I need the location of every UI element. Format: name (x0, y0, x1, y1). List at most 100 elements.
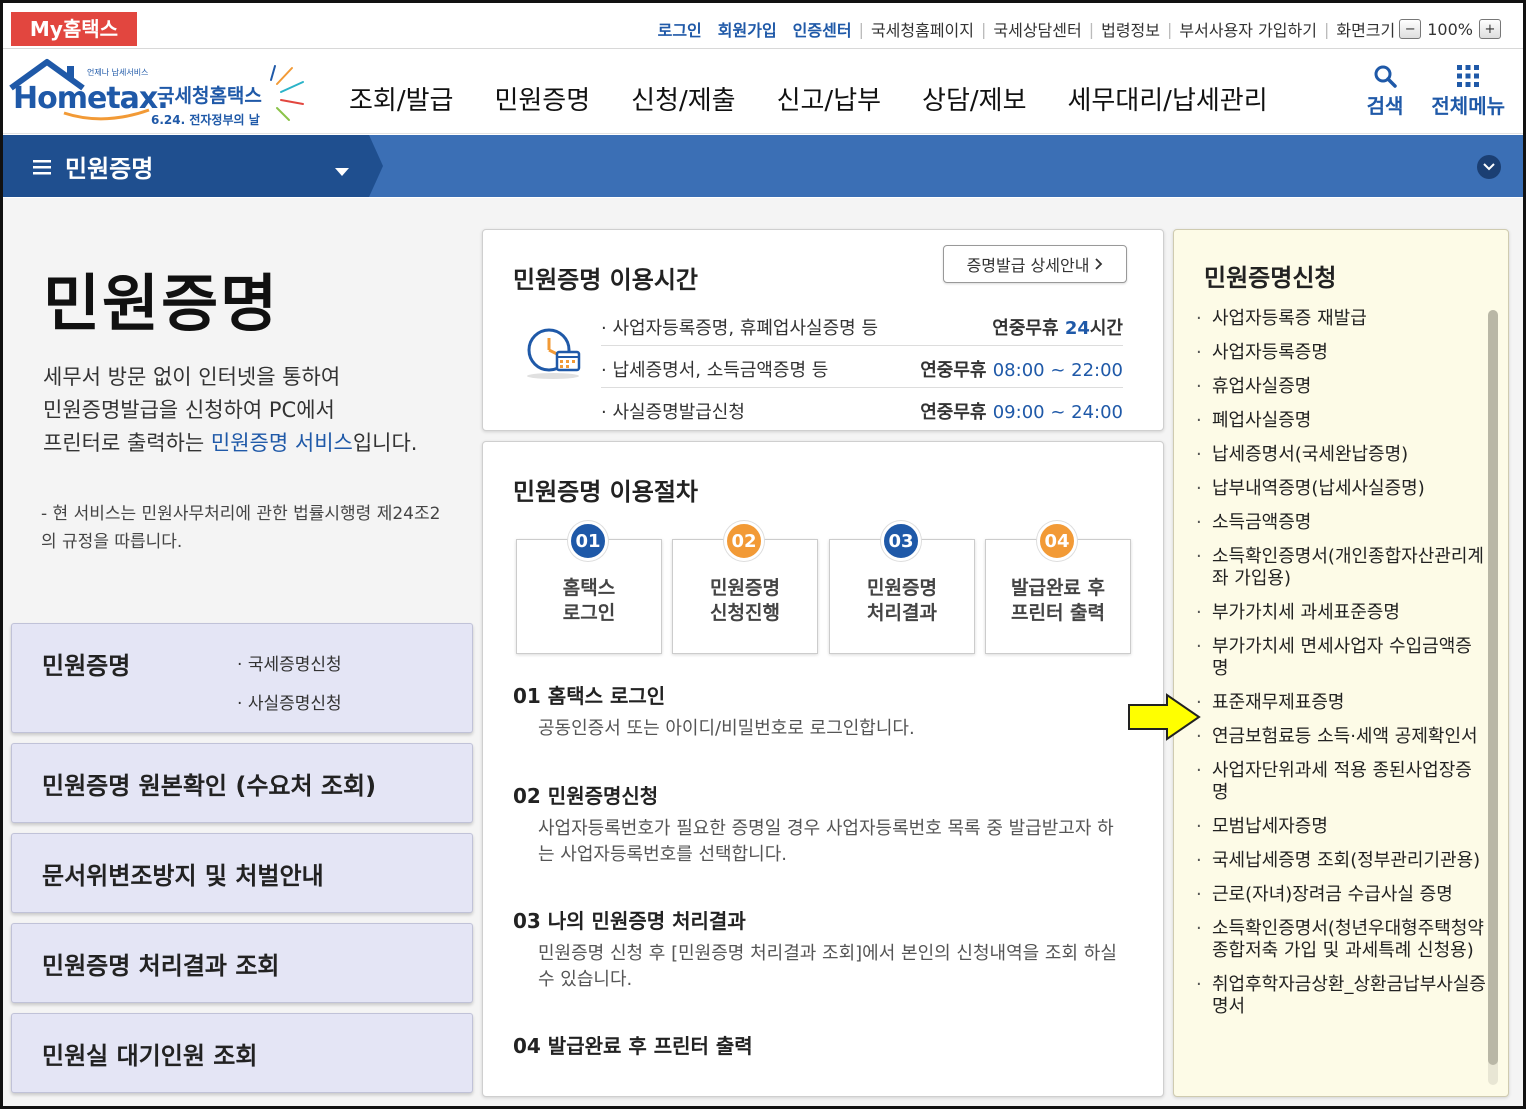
hours-row: · 납세증명서, 소득금액증명 등 연중무휴 08:00 ~ 22:00 (601, 346, 1123, 388)
service-link[interactable]: 민원증명 서비스 (211, 431, 353, 455)
logo-brand-kr: 국세청홈택스 (157, 84, 262, 107)
national-tax-cert-link[interactable]: · 국세증명신청 (237, 646, 342, 685)
left-menu-title: 민원증명 처리결과 조회 (42, 952, 280, 980)
certificate-list-item[interactable]: 국세납세증명 조회(정부관리기관용) (1196, 850, 1486, 872)
certificate-list: 사업자등록증 재발급사업자등록증명휴업사실증명폐업사실증명납세증명서(국세완납증… (1196, 308, 1486, 1030)
certificate-list-item[interactable]: 폐업사실증명 (1196, 410, 1486, 432)
subnav-menu-toggle[interactable]: 민원증명 (33, 149, 153, 184)
expand-chevron-icon[interactable] (1477, 155, 1501, 179)
divider: | (1323, 19, 1330, 39)
procedure-panel: 민원증명 이용절차 01 홈택스 로그인 02 민원증명 신청진행 03 민원증명 처… (482, 441, 1164, 1097)
step-number: 03 (881, 521, 921, 561)
certificate-list-item[interactable]: 사업자등록증 재발급 (1196, 308, 1486, 330)
certificate-list-item[interactable]: 소득금액증명 (1196, 512, 1486, 534)
certificate-list-item[interactable]: 취업후학자금상환_상환금납부사실증명서 (1196, 974, 1486, 1018)
left-menu-original-check[interactable]: 민원증명 원본확인 (수요처 조회) (11, 743, 473, 823)
procedure-step: 03 민원증명 처리결과 (829, 521, 975, 654)
logo-sub-text: 6.24. 전자정부의 날 (151, 112, 260, 127)
step-number: 02 (724, 521, 764, 561)
gnb-item-report-pay[interactable]: 신고/납부 (777, 80, 881, 117)
nts-counsel-link[interactable]: 국세상담센터 (993, 17, 1081, 41)
pointer-arrow-icon (1127, 693, 1201, 745)
chevron-right-icon (1095, 255, 1103, 274)
grid-icon (1456, 62, 1480, 90)
scrollbar[interactable] (1488, 310, 1498, 1085)
nts-homepage-link[interactable]: 국세청홈페이지 (871, 17, 974, 41)
intro-description: 세무서 방문 없이 인터넷을 통하여 민원증명발급을 신청하여 PC에서 프린터… (43, 361, 463, 460)
left-menu-result-inquiry[interactable]: 민원증명 처리결과 조회 (11, 923, 473, 1003)
clock-calendar-icon (523, 324, 583, 384)
main-content: 민원증명 세무서 방문 없이 인터넷을 통하여 민원증명발급을 신청하여 PC에… (3, 198, 1523, 1106)
certificate-list-item[interactable]: 납세증명서(국세완납증명) (1196, 444, 1486, 466)
left-menu-sublinks: · 국세증명신청 · 사실증명신청 (237, 646, 342, 724)
procedure-detail-text: 민원증명 신청 후 [민원증명 처리결과 조회]에서 본인의 신청내역을 조회 … (538, 943, 1117, 990)
scrollbar-thumb[interactable] (1488, 310, 1498, 1065)
left-menu-waiting-count[interactable]: 민원실 대기인원 조회 (11, 1013, 473, 1093)
procedure-step: 02 민원증명 신청진행 (672, 521, 818, 654)
cert-center-link[interactable]: 인증센터 (793, 17, 852, 41)
gnb-item-certificates[interactable]: 민원증명 (494, 80, 590, 117)
procedure-step: 01 홈택스 로그인 (516, 521, 662, 654)
hometax-logo-icon: 언제나 납세서비스 Hometax. 국세청홈택스 6.24. 전자정부의 날 (9, 59, 304, 127)
certificate-list-item[interactable]: 모범납세자증명 (1196, 816, 1486, 838)
gnb-tools: 검색 전체메뉴 (1367, 62, 1505, 119)
intro-line: 민원증명발급을 신청하여 PC에서 (43, 398, 335, 422)
page-frame: My홈택스 로그인 회원가입 인증센터 | 국세청홈페이지 | 국세상담센터 |… (0, 0, 1526, 1109)
gnb-menu: 조회/발급 민원증명 신청/제출 신고/납부 상담/제보 세무대리/납세관리 (349, 80, 1268, 117)
hours-row: · 사업자등록증명, 휴폐업사실증명 등 연중무휴 24시간 (601, 304, 1123, 346)
caret-down-icon[interactable] (335, 161, 349, 180)
issuance-detail-button[interactable]: 증명발급 상세안내 (943, 245, 1127, 283)
hamburger-icon (33, 153, 51, 181)
dept-user-signup-link[interactable]: 부서사용자 가입하기 (1179, 17, 1317, 41)
fact-cert-link[interactable]: · 사실증명신청 (237, 685, 342, 724)
left-menu-certificates[interactable]: 민원증명 · 국세증명신청 · 사실증명신청 (11, 623, 473, 733)
left-menu-title: 민원실 대기인원 조회 (42, 1042, 258, 1070)
search-button[interactable]: 검색 (1367, 62, 1403, 119)
utility-links: 로그인 회원가입 인증센터 | 국세청홈페이지 | 국세상담센터 | 법령정보 … (642, 17, 1501, 41)
certificate-list-item[interactable]: 납부내역증명(납세사실증명) (1196, 478, 1486, 500)
login-link[interactable]: 로그인 (658, 17, 702, 41)
gnb-item-counsel[interactable]: 상담/제보 (922, 80, 1026, 117)
subnav-title: 민원증명 (65, 155, 154, 183)
certificate-list-item[interactable]: 사업자등록증명 (1196, 342, 1486, 364)
left-menu-title: 민원증명 원본확인 (수요처 조회) (42, 772, 377, 800)
service-hours-panel: 민원증명 이용시간 증명발급 상세안내 · 사업자등록증명, 휴폐업사실증명 등… (482, 229, 1164, 431)
certificate-list-item[interactable]: 근로(자녀)장려금 수급사실 증명 (1196, 884, 1486, 906)
all-menu-label: 전체메뉴 (1431, 94, 1505, 118)
gnb-item-agent[interactable]: 세무대리/납세관리 (1068, 80, 1268, 117)
my-hometax-button[interactable]: My홈택스 (11, 12, 137, 46)
certificate-list-item[interactable]: 소득확인증명서(개인종합자산관리계좌 가입용) (1196, 546, 1486, 590)
zoom-control: − 100% + (1399, 19, 1501, 39)
hometax-logo[interactable]: 언제나 납세서비스 Hometax. 국세청홈택스 6.24. 전자정부의 날 (9, 58, 309, 128)
step-number: 01 (568, 521, 608, 561)
procedure-detail-heading: 03 나의 민원증명 처리결과 (513, 909, 746, 933)
zoom-out-button[interactable]: − (1399, 19, 1422, 39)
procedure-detail-text: 사업자등록번호가 필요한 증명일 경우 사업자등록번호 목록 중 발급받고자 하… (538, 818, 1114, 865)
search-icon (1373, 62, 1397, 90)
gnb-item-inquiry[interactable]: 조회/발급 (349, 80, 453, 117)
logo-small-text: 언제나 납세서비스 (87, 67, 148, 77)
sub-navigation: 민원증명 (3, 135, 1523, 197)
certificate-list-item[interactable]: 사업자단위과세 적용 종된사업장증명 (1196, 760, 1486, 804)
all-menu-button[interactable]: 전체메뉴 (1431, 62, 1505, 119)
panel-title: 민원증명신청 (1204, 264, 1337, 292)
legal-note: - 현 서비스는 민원사무처리에 관한 법률시행령 제24조2의 규정을 따릅니… (41, 504, 441, 552)
signup-link[interactable]: 회원가입 (718, 17, 777, 41)
utility-bar: My홈택스 로그인 회원가입 인증센터 | 국세청홈페이지 | 국세상담센터 |… (3, 3, 1523, 49)
zoom-in-button[interactable]: + (1479, 19, 1501, 39)
intro-line: 프린터로 출력하는 민원증명 서비스입니다. (43, 431, 418, 455)
certificate-list-item[interactable]: 연금보험료등 소득·세액 공제확인서 (1196, 726, 1486, 748)
screen-size-label: 화면크기 (1336, 21, 1396, 40)
certificate-list-item[interactable]: 소득확인증명서(청년우대형주택청약종합저축 가입 및 과세특례 신청용) (1196, 918, 1486, 962)
certificate-list-item[interactable]: 표준재무제표증명 (1196, 692, 1486, 714)
certificate-list-item[interactable]: 부가가치세 면세사업자 수입금액증명 (1196, 636, 1486, 680)
certificate-list-item[interactable]: 부가가치세 과세표준증명 (1196, 602, 1486, 624)
certificate-list-item[interactable]: 휴업사실증명 (1196, 376, 1486, 398)
gnb-item-apply[interactable]: 신청/제출 (631, 80, 735, 117)
law-info-link[interactable]: 법령정보 (1101, 17, 1160, 41)
procedure-detail-text: 공동인증서 또는 아이디/비밀번호로 로그인합니다. (538, 718, 915, 739)
certificate-apply-panel: 민원증명신청 사업자등록증 재발급사업자등록증명휴업사실증명폐업사실증명납세증명… (1173, 229, 1509, 1097)
left-menu-forgery-prevention[interactable]: 문서위변조방지 및 처벌안내 (11, 833, 473, 913)
global-navigation: 언제나 납세서비스 Hometax. 국세청홈택스 6.24. 전자정부의 날 … (3, 50, 1523, 134)
hours-row: · 사실증명발급신청 연중무휴 09:00 ~ 24:00 (601, 402, 1123, 423)
